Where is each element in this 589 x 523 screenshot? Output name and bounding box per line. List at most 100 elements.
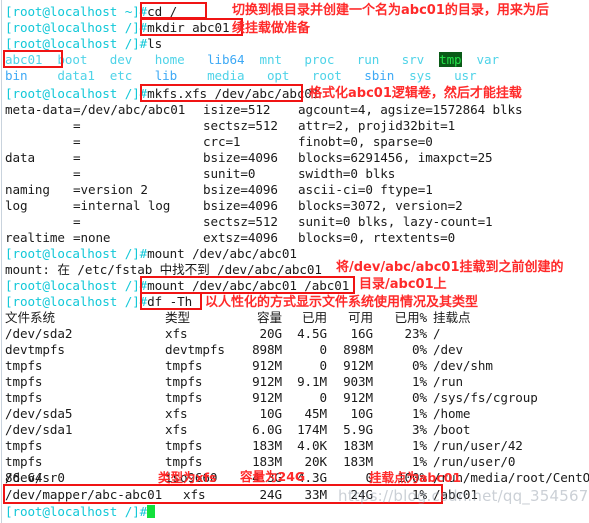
- df-cell-avail: 16G: [350, 326, 374, 341]
- command-mount-ok: mount /dev/abc/abc01 /abc01: [147, 278, 350, 293]
- mkfs-output-row: = sectsz=512 attr=2, projid32bit=1: [5, 118, 455, 134]
- df-cell-size: 6.0G: [252, 422, 282, 437]
- df-cell-filesystem: /dev/sda1: [5, 422, 73, 437]
- terminal-line-mount-ok: [root@localhost /]#mount /dev/abc/abc01 …: [5, 278, 349, 294]
- df-cell-pct: 3%: [412, 422, 427, 437]
- df-cell-pct: 0%: [412, 390, 427, 405]
- df-cell-avail: 912M: [343, 358, 373, 373]
- command-mkfs: mkfs.xfs /dev/abc/abc01: [147, 86, 320, 101]
- df-cell-filesystem: devtmpfs: [5, 342, 65, 357]
- ls-entry-etc: etc: [109, 68, 133, 83]
- mkfs-value: =: [73, 134, 81, 149]
- mkfs-value: =: [73, 118, 81, 133]
- df-cell-used: 33M: [304, 487, 328, 502]
- df-header-size: 容量: [257, 310, 282, 325]
- df-cell-filesystem: tmpfs: [5, 438, 43, 453]
- annotation-cd-mkdir-line1: 切换到根目录并创建一个名为abc01的目录，用来为后: [232, 3, 549, 18]
- df-cell-avail: 898M: [343, 342, 373, 357]
- mkfs-col2: bsize=4096: [203, 150, 278, 165]
- terminal-line-final-prompt[interactable]: [root@localhost /]#: [5, 504, 156, 520]
- mkfs-col3: finobt=0, sparse=0: [298, 134, 433, 149]
- ls-entry-tmp: tmp: [439, 52, 462, 67]
- df-header-mountpoint: 挂载点: [433, 310, 471, 325]
- mkfs-col2: crc=1: [203, 134, 241, 149]
- mkfs-label: data: [5, 150, 35, 165]
- annotation-df: 以人性化的方式显示文件系统使用情况及其类型: [205, 295, 479, 310]
- annotation-type-xfs: 类型为xfs: [158, 470, 217, 485]
- df-cell-used: 4.0K: [297, 438, 327, 453]
- command-df: df -Th: [147, 294, 193, 309]
- df-cell-used: 0: [319, 358, 328, 373]
- df-table-row: tmpfs tmpfs 912M 0 912M 0% /sys/fs/cgroup: [5, 390, 538, 406]
- mkfs-value: =internal log: [73, 198, 171, 213]
- df-cell-size: 912M: [252, 358, 282, 373]
- command-mkdir: mkdir abc01: [147, 20, 230, 35]
- df-cell-avail: 903M: [343, 374, 373, 389]
- df-header-filesystem: 文件系统: [5, 310, 55, 325]
- watermark: https://blog.csdn.net/qq_35456705: [338, 487, 589, 505]
- df-row-continuation: 86 64: [5, 470, 43, 486]
- mkfs-output-row: = sectsz=512 sunit=0 blks, lazy-count=1: [5, 214, 493, 230]
- shell-prompt: [root@localhost /]#: [5, 246, 148, 261]
- df-cell-size: 912M: [252, 374, 282, 389]
- terminal-line-mount-fail: [root@localhost /]#mount /dev/abc/abc01: [5, 246, 297, 262]
- ls-entry-sbin: sbin: [364, 68, 395, 83]
- df-cell-used: 174M: [297, 422, 327, 437]
- mkfs-col2: bsize=4096: [203, 198, 278, 213]
- terminal-cursor: [147, 505, 156, 518]
- df-header-used: 已用: [302, 310, 327, 325]
- df-cell-filesystem: tmpfs: [5, 358, 43, 373]
- df-cell-type: xfs: [165, 326, 188, 341]
- annotation-cd-mkdir-line2: 续挂载做准备: [232, 21, 311, 36]
- terminal-screenshot: [root@localhost ~]#cd / [root@localhost …: [0, 0, 589, 523]
- mkfs-output-row: = sunit=0 swidth=0 blks: [5, 166, 395, 182]
- command-ls: ls: [147, 36, 163, 51]
- mkfs-col2: sunit=0: [203, 166, 256, 181]
- mkfs-output-row: realtime =none extsz=4096 blocks=0, rtexten…: [5, 230, 455, 246]
- df-cell-size: 20G: [259, 326, 283, 341]
- mkfs-value: =none: [73, 230, 111, 245]
- df-cell-filesystem: tmpfs: [5, 390, 43, 405]
- df-cell-filesystem: /dev/sda5: [5, 406, 73, 421]
- df-cell-used: 4.5G: [297, 326, 327, 341]
- terminal-line-mkdir: [root@localhost /]#mkdir abc01: [5, 20, 230, 36]
- df-cell-avail: 10G: [350, 406, 374, 421]
- ls-entry-boot: boot: [57, 52, 88, 67]
- command-mount-fail: mount /dev/abc/abc01: [147, 246, 297, 261]
- df-cell-type: tmpfs: [165, 374, 203, 389]
- annotation-mountpoint-abc01: 挂载点为abc01: [369, 470, 462, 485]
- mkfs-label: realtime: [5, 230, 65, 245]
- df-cell-type: tmpfs: [165, 358, 203, 373]
- mkfs-value: =: [73, 166, 81, 181]
- df-cell-mountpoint: /dev: [433, 342, 463, 357]
- df-cell-mountpoint: /: [433, 326, 441, 341]
- df-header-pct: 已用%: [394, 310, 428, 325]
- mkfs-output-row: data = bsize=4096 blocks=6291456, imaxpct=2…: [5, 150, 493, 166]
- mkfs-col2: sectsz=512: [203, 214, 278, 229]
- shell-prompt: [root@localhost /]#: [5, 294, 148, 309]
- df-cell-mountpoint: /home: [433, 406, 471, 421]
- df-cell-pct: 1%: [412, 438, 427, 453]
- mkfs-col3: ascii-ci=0 ftype=1: [298, 182, 433, 197]
- df-cell-used: 0: [319, 342, 328, 357]
- ls-entry-data1: data1: [57, 68, 95, 83]
- df-cell-used: 0: [319, 390, 328, 405]
- mkfs-value: =: [73, 214, 81, 229]
- df-cell-type: tmpfs: [165, 454, 203, 469]
- ls-entry-srv: srv: [401, 52, 425, 67]
- mkfs-col3: attr=2, projid32bit=1: [298, 118, 456, 133]
- mkfs-col3: blocks=6291456, imaxpct=25: [298, 150, 493, 165]
- mkfs-col3: blocks=3072, version=2: [298, 198, 463, 213]
- df-table-header: 文件系统 类型 容量 已用 可用 已用% 挂载点: [5, 310, 471, 326]
- mkfs-col3: agcount=4, agsize=1572864 blks: [298, 102, 523, 117]
- ls-entry-opt: opt: [266, 68, 290, 83]
- annotation-mkfs: 格式化abc01逻辑卷，然后才能挂载: [309, 86, 522, 101]
- ls-entry-abc01: abc01: [5, 52, 43, 67]
- df-table-row: devtmpfs devtmpfs 898M 0 898M 0% /dev: [5, 342, 463, 358]
- df-cell-used: 9.1M: [297, 374, 327, 389]
- df-cell-size: 24G: [259, 487, 283, 502]
- df-cell-mountpoint: /sys/fs/cgroup: [433, 390, 538, 405]
- ls-entry-sys: sys: [409, 68, 432, 83]
- df-cell-pct: 0%: [412, 342, 427, 357]
- df-cell-continuation: 86 64: [5, 470, 43, 485]
